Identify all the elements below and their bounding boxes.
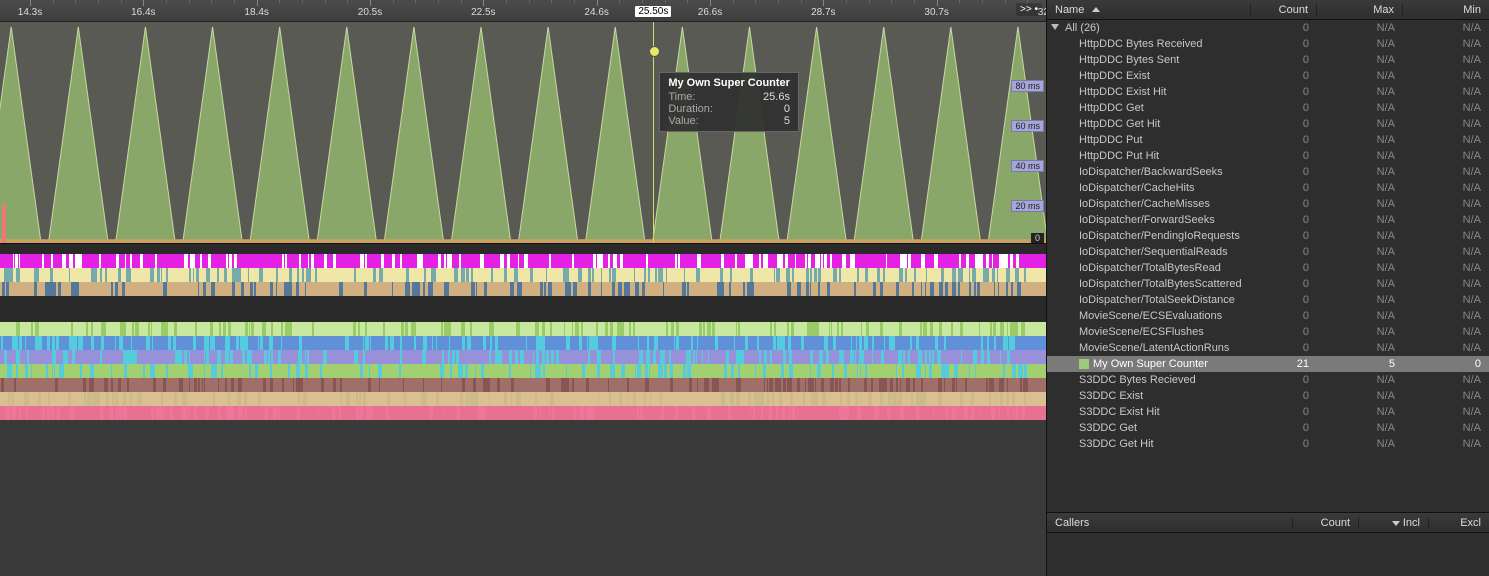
table-row[interactable]: IoDispatcher/PendingIoRequests0N/AN/A bbox=[1047, 228, 1489, 244]
ruler-cursor[interactable]: 25.50s bbox=[635, 6, 671, 17]
column-header-count[interactable]: Count bbox=[1293, 517, 1359, 529]
table-row[interactable]: HttpDDC Get0N/AN/A bbox=[1047, 100, 1489, 116]
tree-root[interactable]: All (26)0N/AN/A bbox=[1047, 20, 1489, 36]
track-group[interactable] bbox=[0, 254, 1046, 296]
counters-header[interactable]: Name Count Max Min bbox=[1047, 0, 1489, 20]
callers-panel: Callers Count Incl Excl bbox=[1047, 512, 1489, 576]
y-axis-zero: 0 bbox=[1031, 233, 1044, 243]
ruler-label: 26.6s bbox=[698, 7, 722, 18]
table-row[interactable]: HttpDDC Put Hit0N/AN/A bbox=[1047, 148, 1489, 164]
table-row[interactable]: HttpDDC Put0N/AN/A bbox=[1047, 132, 1489, 148]
table-row[interactable]: HttpDDC Bytes Received0N/AN/A bbox=[1047, 36, 1489, 52]
callers-header[interactable]: Callers Count Incl Excl bbox=[1047, 513, 1489, 533]
y-axis-label: 60 ms bbox=[1011, 120, 1044, 132]
timeline-track[interactable] bbox=[0, 378, 1046, 392]
ruler-label: 32.8s bbox=[1038, 7, 1046, 18]
ruler-label: 16.4s bbox=[131, 7, 155, 18]
time-ruler[interactable]: >> • 14.3s16.4s18.4s20.5s22.5s24.6s26.6s… bbox=[0, 0, 1046, 22]
y-axis-label: 40 ms bbox=[1011, 160, 1044, 172]
table-row[interactable]: S3DDC Bytes Recieved0N/AN/A bbox=[1047, 372, 1489, 388]
table-row[interactable]: IoDispatcher/TotalBytesScattered0N/AN/A bbox=[1047, 276, 1489, 292]
tooltip-title: My Own Super Counter bbox=[668, 77, 790, 89]
ruler-label: 28.7s bbox=[811, 7, 835, 18]
table-row[interactable]: S3DDC Exist0N/AN/A bbox=[1047, 388, 1489, 404]
column-header-min[interactable]: Min bbox=[1403, 4, 1489, 16]
playhead[interactable] bbox=[653, 22, 654, 243]
table-row[interactable]: IoDispatcher/BackwardSeeks0N/AN/A bbox=[1047, 164, 1489, 180]
y-axis-label: 20 ms bbox=[1011, 200, 1044, 212]
timeline-track[interactable] bbox=[0, 336, 1046, 350]
graph-tooltip: My Own Super Counter Time:25.6s Duration… bbox=[659, 72, 799, 132]
table-row[interactable]: S3DDC Get0N/AN/A bbox=[1047, 420, 1489, 436]
ruler-label: 30.7s bbox=[924, 7, 948, 18]
table-row[interactable]: My Own Super Counter2150 bbox=[1047, 356, 1489, 372]
sort-asc-icon bbox=[1092, 7, 1100, 12]
table-row[interactable]: HttpDDC Get Hit0N/AN/A bbox=[1047, 116, 1489, 132]
table-row[interactable]: HttpDDC Bytes Sent0N/AN/A bbox=[1047, 52, 1489, 68]
column-header-excl[interactable]: Excl bbox=[1429, 517, 1489, 529]
table-row[interactable]: IoDispatcher/TotalSeekDistance0N/AN/A bbox=[1047, 292, 1489, 308]
ruler-label: 14.3s bbox=[18, 7, 42, 18]
column-header-max[interactable]: Max bbox=[1317, 4, 1403, 16]
counter-graph[interactable]: 80 ms 60 ms 40 ms 20 ms 0 My Own Super C… bbox=[0, 22, 1046, 244]
timeline-track[interactable] bbox=[0, 406, 1046, 420]
timeline-track[interactable] bbox=[0, 392, 1046, 406]
color-swatch-icon bbox=[1079, 359, 1089, 369]
timeline-panel: >> • 14.3s16.4s18.4s20.5s22.5s24.6s26.6s… bbox=[0, 0, 1046, 576]
table-row[interactable]: IoDispatcher/CacheMisses0N/AN/A bbox=[1047, 196, 1489, 212]
expander-icon[interactable] bbox=[1051, 23, 1061, 33]
table-row[interactable]: IoDispatcher/CacheHits0N/AN/A bbox=[1047, 180, 1489, 196]
y-axis-label: 80 ms bbox=[1011, 80, 1044, 92]
table-row[interactable]: HttpDDC Exist0N/AN/A bbox=[1047, 68, 1489, 84]
table-row[interactable]: S3DDC Get Hit0N/AN/A bbox=[1047, 436, 1489, 452]
counters-list[interactable]: All (26)0N/AN/AHttpDDC Bytes Received0N/… bbox=[1047, 20, 1489, 512]
ruler-label: 24.6s bbox=[584, 7, 608, 18]
ruler-label: 22.5s bbox=[471, 7, 495, 18]
table-row[interactable]: IoDispatcher/TotalBytesRead0N/AN/A bbox=[1047, 260, 1489, 276]
timeline-track[interactable] bbox=[0, 322, 1046, 336]
timeline-track[interactable] bbox=[0, 364, 1046, 378]
timeline-track[interactable] bbox=[0, 254, 1046, 268]
callers-body bbox=[1047, 533, 1489, 571]
track-group[interactable] bbox=[0, 322, 1046, 420]
column-header-count[interactable]: Count bbox=[1251, 4, 1317, 16]
table-row[interactable]: MovieScene/ECSEvaluations0N/AN/A bbox=[1047, 308, 1489, 324]
table-row[interactable]: IoDispatcher/ForwardSeeks0N/AN/A bbox=[1047, 212, 1489, 228]
table-row[interactable]: HttpDDC Exist Hit0N/AN/A bbox=[1047, 84, 1489, 100]
table-row[interactable]: MovieScene/LatentActionRuns0N/AN/A bbox=[1047, 340, 1489, 356]
column-header-callers[interactable]: Callers bbox=[1047, 517, 1293, 529]
timeline-track[interactable] bbox=[0, 282, 1046, 296]
column-header-name[interactable]: Name bbox=[1047, 4, 1251, 16]
ruler-label: 20.5s bbox=[358, 7, 382, 18]
table-row[interactable]: MovieScene/ECSFlushes0N/AN/A bbox=[1047, 324, 1489, 340]
sort-desc-icon bbox=[1392, 521, 1400, 526]
timeline-track[interactable] bbox=[0, 350, 1046, 364]
ruler-label: 18.4s bbox=[244, 7, 268, 18]
timeline-track[interactable] bbox=[0, 268, 1046, 282]
table-row[interactable]: S3DDC Exist Hit0N/AN/A bbox=[1047, 404, 1489, 420]
counters-panel: Name Count Max Min All (26)0N/AN/AHttpDD… bbox=[1046, 0, 1489, 576]
column-header-incl[interactable]: Incl bbox=[1359, 517, 1429, 529]
table-row[interactable]: IoDispatcher/SequentialReads0N/AN/A bbox=[1047, 244, 1489, 260]
